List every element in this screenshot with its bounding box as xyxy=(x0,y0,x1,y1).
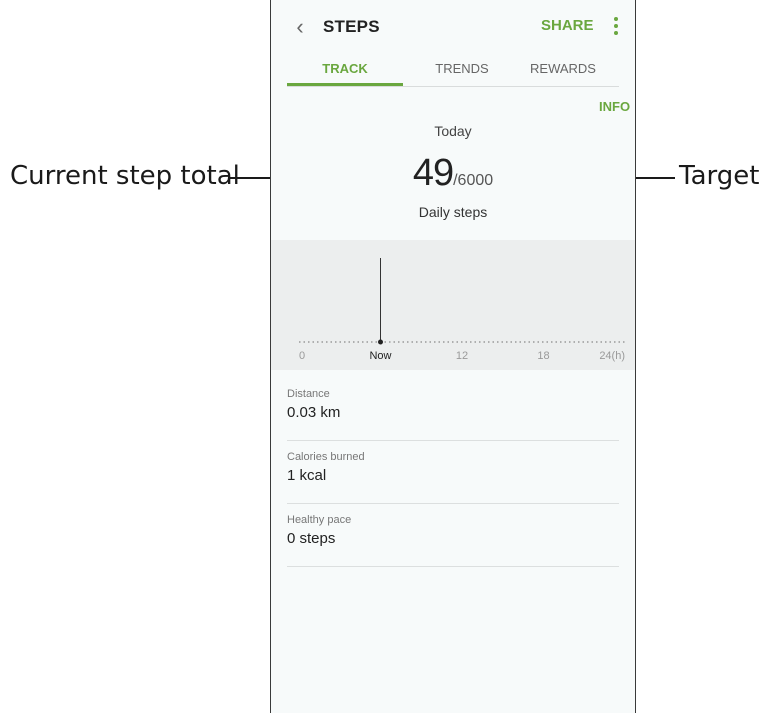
stat-label: Calories burned xyxy=(287,451,365,463)
current-step-count: 49 xyxy=(412,152,454,194)
stat-healthy-pace: Healthy pace 0 steps xyxy=(287,504,619,567)
phone-screen: ‹ STEPS SHARE TRACK TRENDS REWARDS INFO … xyxy=(270,0,636,713)
now-marker xyxy=(378,339,383,345)
active-tab-indicator xyxy=(287,83,403,86)
chevron-left-icon: ‹ xyxy=(296,14,304,39)
stats-list: Distance 0.03 km Calories burned 1 kcal … xyxy=(287,378,619,567)
x-tick-label: 0 xyxy=(299,350,305,362)
share-button[interactable]: SHARE xyxy=(541,17,594,34)
info-button[interactable]: INFO xyxy=(599,99,630,114)
stat-value: 0 steps xyxy=(287,530,336,547)
stat-value: 1 kcal xyxy=(287,467,327,484)
back-button[interactable]: ‹ xyxy=(289,14,311,40)
tab-track[interactable]: TRACK xyxy=(287,61,403,76)
stat-value: 0.03 km xyxy=(287,404,341,421)
current-step-total-callout: Current step total xyxy=(10,161,240,191)
x-tick-label: Now xyxy=(369,350,391,362)
step-count-row: 49/6000 xyxy=(271,152,635,194)
stat-label: Healthy pace xyxy=(287,514,352,526)
tab-bar: TRACK TRENDS REWARDS xyxy=(287,56,619,87)
target-callout: Target xyxy=(679,161,760,191)
hourly-steps-chart: 0 Now 12 18 24(h) xyxy=(271,240,635,370)
app-bar: ‹ STEPS SHARE xyxy=(271,0,635,56)
page-title: STEPS xyxy=(323,17,380,36)
tab-trends[interactable]: TRENDS xyxy=(404,61,520,76)
stat-calories: Calories burned 1 kcal xyxy=(287,441,619,504)
period-label: Today xyxy=(434,123,472,139)
hourly-steps-chart-svg: 0 Now 12 18 24(h) xyxy=(299,258,625,362)
daily-steps-caption: Daily steps xyxy=(418,204,488,220)
more-vert-icon[interactable] xyxy=(609,14,623,40)
x-tick-label: 24(h) xyxy=(599,350,625,362)
stat-distance: Distance 0.03 km xyxy=(287,378,619,441)
x-tick-label: 18 xyxy=(537,350,549,362)
stat-label: Distance xyxy=(287,388,330,400)
x-tick-label: 12 xyxy=(456,350,468,362)
tab-rewards[interactable]: REWARDS xyxy=(505,61,621,76)
step-target: /6000 xyxy=(453,172,494,189)
